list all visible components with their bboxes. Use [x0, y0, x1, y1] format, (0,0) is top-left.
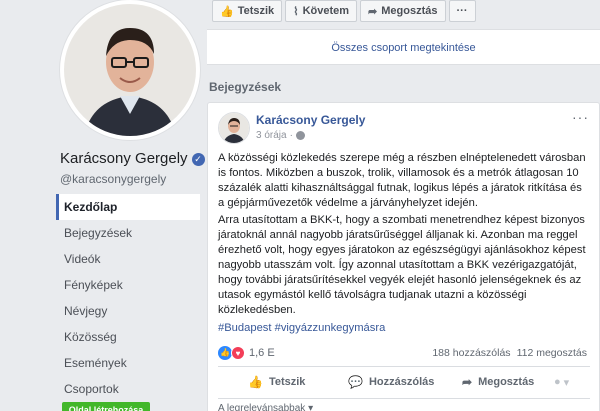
- comment-icon: 💬: [348, 375, 363, 389]
- meta-separator: ·: [289, 130, 293, 141]
- profile-photo-illustration: [64, 4, 196, 136]
- post-share-button[interactable]: ➦ Megosztás: [462, 375, 534, 389]
- verified-icon: ✓: [191, 152, 205, 166]
- nav-item-posts[interactable]: Bejegyzések: [56, 220, 200, 246]
- share-page-label: Megosztás: [381, 5, 438, 17]
- post-more-button[interactable]: ···: [572, 109, 589, 125]
- post-action-bar: 👍 Tetszik 💬 Hozzászólás ➦ Megosztás ● ▾: [218, 369, 590, 395]
- thumbs-up-icon: 👍: [248, 375, 263, 389]
- post-divider-bottom: [218, 398, 590, 399]
- like-reaction-icon: 👍: [218, 346, 232, 360]
- nav-item-groups[interactable]: Csoportok: [56, 376, 200, 402]
- more-options-button[interactable]: ···: [448, 0, 476, 22]
- nav-item-community[interactable]: Közösség: [56, 324, 200, 350]
- reactions-summary[interactable]: 👍 ♥ 1,6 E: [218, 346, 275, 360]
- like-page-label: Tetszik: [237, 5, 275, 17]
- share-arrow-icon: ➦: [462, 375, 473, 389]
- create-page-button[interactable]: Oldal létrehozása: [62, 402, 150, 411]
- post-meta: 3 órája ·: [256, 130, 305, 141]
- page-name[interactable]: Karácsony Gergely ✓: [60, 150, 205, 167]
- nav-item-about[interactable]: Névjegy: [56, 298, 200, 324]
- post-like-button[interactable]: 👍 Tetszik: [248, 375, 305, 389]
- post-paragraph-1: A közösségi közlekedés szerepe még a rés…: [218, 152, 586, 209]
- groups-card: Összes csoport megtekintése: [207, 29, 600, 65]
- more-options-icon: ···: [456, 5, 468, 17]
- nav-item-photos[interactable]: Fényképek: [56, 272, 200, 298]
- profile-picture[interactable]: [60, 0, 200, 140]
- avatar-small-icon: ●: [554, 376, 561, 388]
- post-author-avatar[interactable]: [218, 112, 250, 144]
- post-comment-button[interactable]: 💬 Hozzászólás: [348, 375, 434, 389]
- post-share-label: Megosztás: [478, 376, 535, 388]
- nav-item-events[interactable]: Események: [56, 350, 200, 376]
- post-comment-label: Hozzászólás: [368, 376, 435, 388]
- posts-section-title: Bejegyzések: [209, 80, 282, 94]
- post-audience-selector[interactable]: ● ▾: [554, 376, 569, 389]
- left-column: Karácsony Gergely ✓ @karacsonygergely Kez…: [0, 0, 205, 411]
- like-icon: 👍: [220, 5, 234, 18]
- engagement-counts: 188 hozzászólás 112 megosztás: [432, 347, 587, 359]
- profile-picture-wrap: [60, 0, 200, 140]
- post-like-label: Tetszik: [268, 376, 306, 388]
- comments-count[interactable]: 188 hozzászólás: [432, 347, 510, 359]
- post-hashtags[interactable]: #Budapest #vigyázzunkegymásra: [218, 322, 385, 334]
- post-paragraph-2: Arra utasítottam a BKK-t, hogy a szombat…: [218, 214, 586, 316]
- follow-label: Követem: [302, 5, 350, 17]
- page-nav: Kezdőlap Bejegyzések Videók Fényképek Né…: [56, 194, 200, 402]
- page-action-bar: 👍 Tetszik ⌇ Követem ➦ Megosztás ···: [212, 0, 476, 22]
- post-avatar-illustration: [219, 113, 249, 143]
- post-author-name[interactable]: Karácsony Gergely: [256, 113, 365, 127]
- chevron-down-icon: ▾: [563, 376, 570, 389]
- page-name-text[interactable]: Karácsony Gergely: [60, 150, 188, 167]
- rss-icon: ⌇: [293, 5, 299, 18]
- see-all-groups-link[interactable]: Összes csoport megtekintése: [207, 42, 600, 54]
- post-card: Karácsony Gergely 3 órája · ··· A közöss…: [207, 102, 600, 411]
- reactions-count: 1,6 E: [249, 347, 275, 359]
- heart-icon: ♥: [231, 346, 245, 360]
- comment-sort-selector[interactable]: A legrelevánsabbak ▾: [218, 403, 313, 411]
- share-page-button[interactable]: ➦ Megosztás: [360, 0, 446, 22]
- globe-icon: [295, 131, 305, 140]
- post-timestamp[interactable]: 3 órája: [256, 130, 287, 141]
- shares-count[interactable]: 112 megosztás: [517, 347, 587, 359]
- like-page-button[interactable]: 👍 Tetszik: [212, 0, 283, 22]
- post-divider-top: [218, 366, 590, 367]
- share-icon: ➦: [368, 5, 378, 18]
- right-column: 👍 Tetszik ⌇ Követem ➦ Megosztás ··· Össz…: [207, 0, 600, 411]
- nav-item-videos[interactable]: Videók: [56, 246, 200, 272]
- nav-item-home[interactable]: Kezdőlap: [56, 194, 200, 220]
- follow-button[interactable]: ⌇ Követem: [285, 0, 358, 22]
- page-handle[interactable]: @karacsonygergely: [60, 172, 166, 186]
